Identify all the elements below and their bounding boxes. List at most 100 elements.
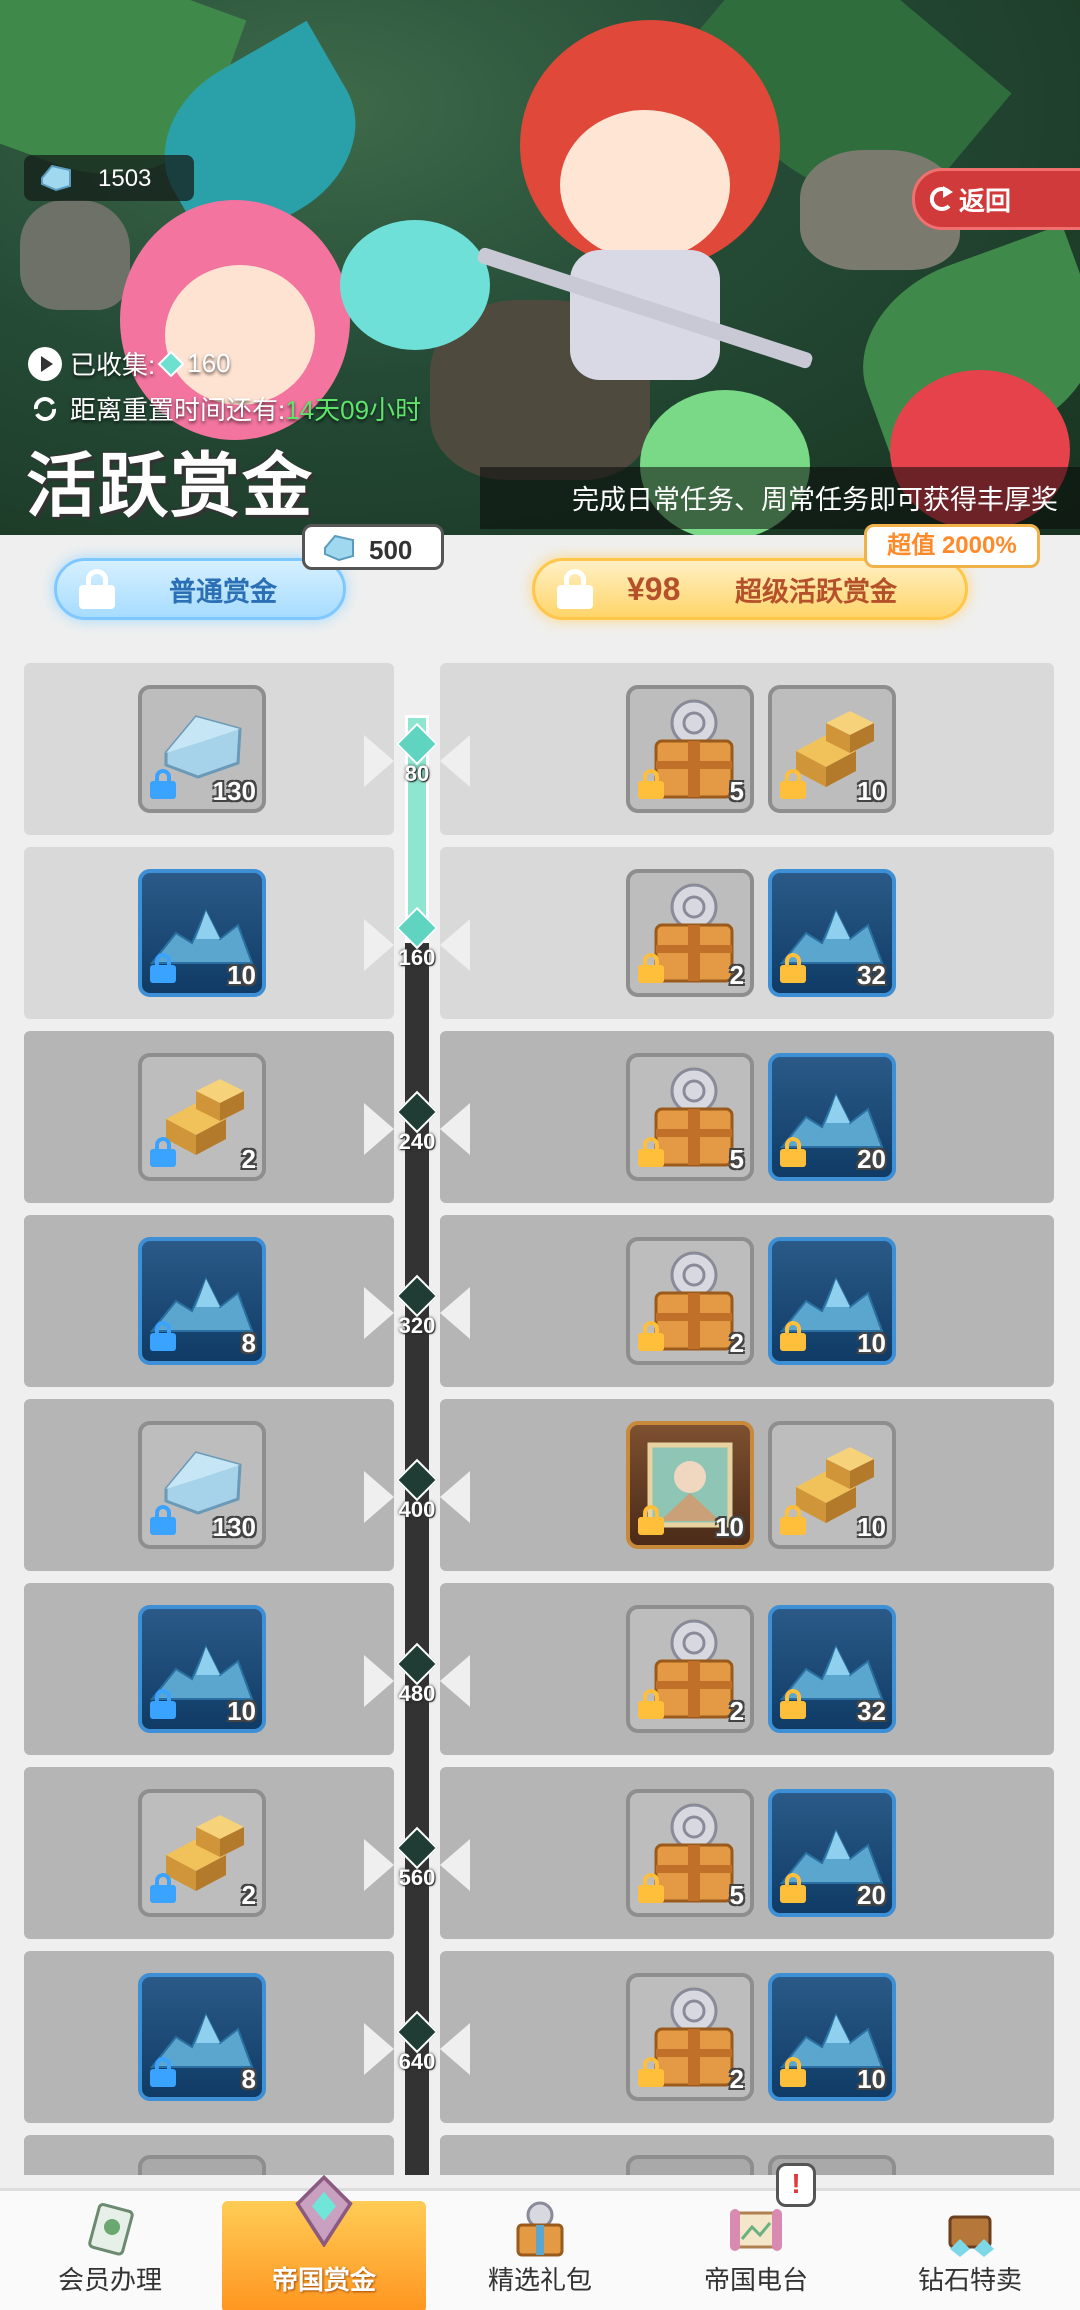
free-reward-item[interactable]: 10 — [138, 1605, 266, 1733]
lock-icon — [638, 1873, 664, 1903]
reward-track: 130 5 10 10 2 32 2 5 20 8 2 10 130 10 10 10 2 32 2 5 20 8 2 10 8… — [0, 655, 1080, 2175]
nav-item[interactable]: ! 帝国电台 — [656, 2163, 856, 2310]
premium-reward-item[interactable] — [626, 2155, 754, 2175]
free-reward-item[interactable]: 2 — [138, 1053, 266, 1181]
refresh-icon — [28, 392, 62, 426]
reward-quantity: 2 — [729, 1328, 744, 1358]
free-reward-item[interactable]: 8 — [138, 1237, 266, 1365]
premium-reward-item[interactable]: 5 — [626, 685, 754, 813]
reward-quantity: 2 — [729, 2064, 744, 2094]
collected-label: 已收集: — [70, 350, 156, 380]
premium-reward-item[interactable]: 10 — [768, 685, 896, 813]
level-diamond-icon — [395, 1458, 439, 1502]
premium-reward-item[interactable]: 32 — [768, 869, 896, 997]
free-reward-item[interactable] — [138, 2155, 266, 2175]
premium-reward-item[interactable]: 20 — [768, 1789, 896, 1917]
level-node: 320 — [395, 1274, 439, 1339]
premium-reward-item[interactable]: 5 — [626, 1053, 754, 1181]
lock-icon — [150, 1689, 176, 1719]
premium-reward-item[interactable]: 32 — [768, 1605, 896, 1733]
normal-bounty-tab[interactable]: 普通赏金 — [54, 558, 346, 620]
nav-label: 钻石特卖 — [917, 2265, 1022, 2295]
reward-quantity: 130 — [212, 776, 256, 806]
nav-item[interactable]: 精选礼包 — [440, 2191, 640, 2310]
premium-reward-item[interactable]: 20 — [768, 1053, 896, 1181]
lock-icon — [638, 1505, 664, 1535]
premium-reward-item[interactable]: 10 — [626, 1421, 754, 1549]
super-bounty-label: 超级活跃赏金 — [735, 576, 897, 607]
crystal-icon — [324, 534, 354, 562]
lock-icon — [780, 1689, 806, 1719]
level-diamond-icon — [395, 2010, 439, 2054]
premium-reward-item[interactable]: 10 — [768, 1421, 896, 1549]
collect-gem-icon — [157, 350, 185, 377]
normal-price-value: 500 — [369, 535, 413, 565]
lock-icon — [780, 1505, 806, 1535]
nav-item[interactable]: 会员办理 — [10, 2191, 210, 2310]
free-reward-item[interactable]: 2 — [138, 1789, 266, 1917]
gem-balance-value: 1503 — [98, 165, 152, 192]
level-node: 400 — [395, 1458, 439, 1523]
free-reward-item[interactable]: 10 — [138, 869, 266, 997]
normal-bounty-price[interactable]: 500 — [302, 524, 444, 570]
nav-label: 帝国电台 — [703, 2265, 808, 2295]
level-node: 240 — [395, 1090, 439, 1155]
reward-quantity: 130 — [212, 1512, 256, 1542]
reset-line: 距离重置时间还有: 14天09小时 — [28, 390, 421, 427]
level-node: 560 — [395, 1826, 439, 1891]
knight-character-face — [560, 110, 730, 260]
free-reward-item[interactable]: 8 — [138, 1973, 266, 2101]
lock-icon — [638, 769, 664, 799]
lock-icon — [780, 769, 806, 799]
lock-icon — [780, 2057, 806, 2087]
premium-reward-item[interactable]: 2 — [626, 1973, 754, 2101]
premium-reward-item[interactable]: 2 — [626, 1237, 754, 1365]
level-diamond-icon — [395, 1826, 439, 1870]
membership-card-icon — [80, 2199, 140, 2259]
play-icon — [28, 346, 62, 381]
nav-item[interactable]: 钻石特卖 — [870, 2191, 1070, 2310]
reward-quantity: 5 — [729, 1144, 744, 1174]
lock-icon — [638, 1137, 664, 1167]
free-reward-item[interactable]: 130 — [138, 685, 266, 813]
empire-bounty-icon — [288, 2174, 360, 2248]
lock-icon — [150, 1137, 176, 1167]
lock-icon — [150, 1321, 176, 1351]
premium-reward-item[interactable]: 2 — [626, 869, 754, 997]
premium-reward-item[interactable]: 5 — [626, 1789, 754, 1917]
reset-countdown: 14天09小时 — [285, 395, 422, 425]
reward-quantity: 8 — [241, 1328, 256, 1358]
reward-quantity: 5 — [729, 1880, 744, 1910]
reward-quantity: 2 — [241, 1880, 256, 1910]
nav-item[interactable]: 帝国赏金 — [222, 2174, 426, 2310]
back-button[interactable]: 返回 — [912, 168, 1080, 230]
lock-icon — [150, 769, 176, 799]
premium-reward-item[interactable]: 10 — [768, 1237, 896, 1365]
reward-quantity: 2 — [241, 1144, 256, 1174]
lock-icon — [638, 1321, 664, 1351]
reward-quantity: 5 — [729, 776, 744, 806]
lock-icon — [780, 953, 806, 983]
crystal-icon — [41, 164, 71, 192]
reset-label: 距离重置时间还有: — [70, 395, 286, 425]
reward-quantity: 10 — [227, 1696, 256, 1726]
lock-icon — [557, 569, 593, 609]
reward-quantity: 20 — [857, 1880, 886, 1910]
reward-quantity: 20 — [857, 1144, 886, 1174]
scroll-icon — [726, 2199, 786, 2259]
bottom-nav: 会员办理 帝国赏金 精选礼包! 帝国电台 钻石特卖 — [0, 2163, 1080, 2310]
reward-quantity: 2 — [729, 1696, 744, 1726]
premium-reward-item[interactable]: 2 — [626, 1605, 754, 1733]
reward-quantity: 10 — [857, 1512, 886, 1542]
lock-icon — [638, 953, 664, 983]
value-badge: 超值 2000% — [864, 524, 1040, 568]
level-diamond-icon — [395, 1274, 439, 1318]
lock-icon — [638, 1689, 664, 1719]
gem-balance: 1503 — [24, 155, 194, 201]
level-node: 160 — [395, 906, 439, 971]
slime-character — [340, 220, 490, 350]
premium-reward-item[interactable]: 10 — [768, 1973, 896, 2101]
free-reward-item[interactable]: 130 — [138, 1421, 266, 1549]
reward-quantity: 10 — [857, 2064, 886, 2094]
level-diamond-icon — [395, 1090, 439, 1134]
